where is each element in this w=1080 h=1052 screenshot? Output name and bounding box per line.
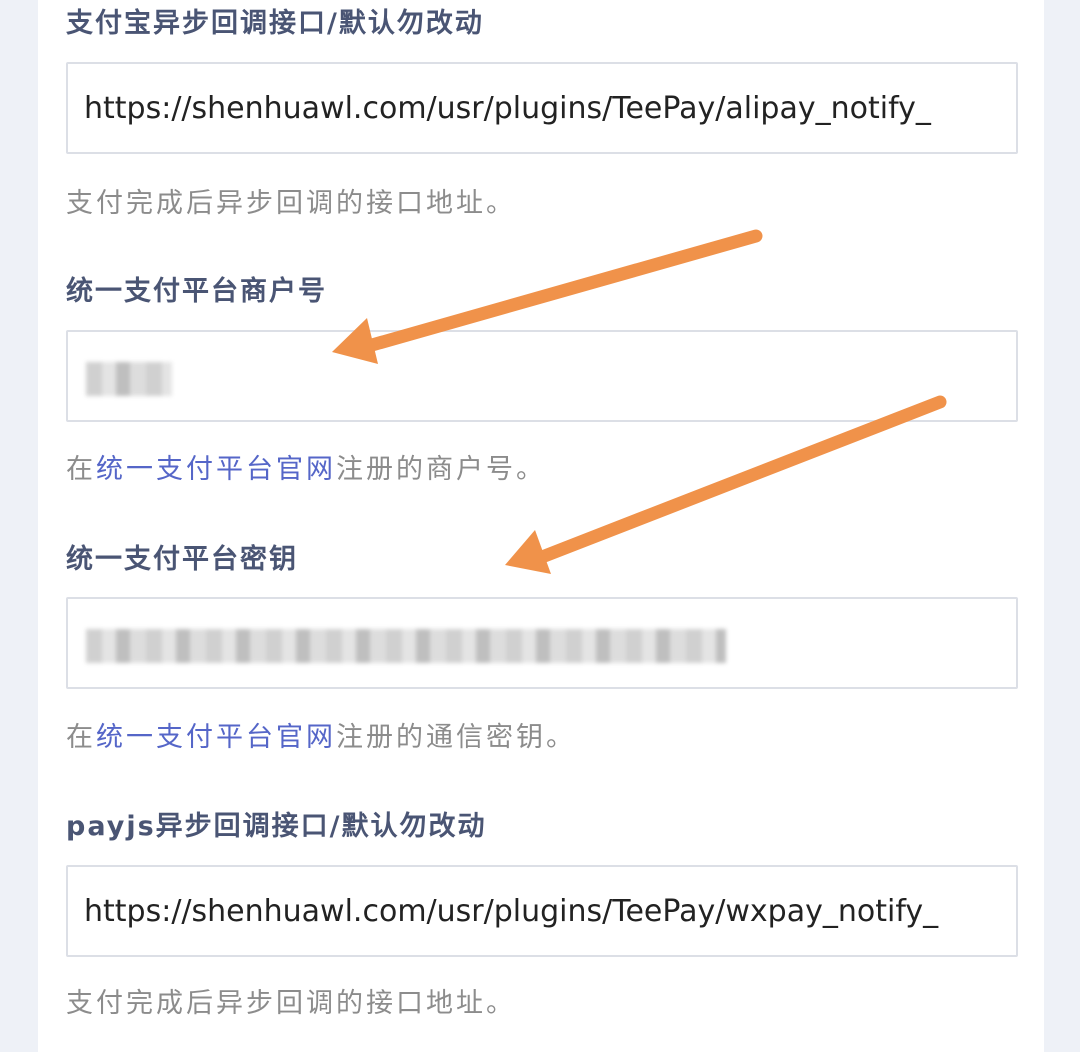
merchant-id-help: 在统一支付平台官网注册的商户号。: [66, 452, 546, 488]
redacted-value: [86, 362, 172, 396]
merchant-key-input[interactable]: [66, 597, 1018, 689]
merchant-key-help: 在统一支付平台官网注册的通信密钥。: [66, 720, 576, 756]
merchant-id-help-prefix: 在: [66, 454, 96, 485]
merchant-key-help-suffix: 注册的通信密钥。: [336, 722, 576, 753]
merchant-site-link[interactable]: 统一支付平台官网: [96, 454, 336, 485]
alipay-notify-label: 支付宝异步回调接口/默认勿改动: [66, 8, 484, 39]
merchant-key-help-prefix: 在: [66, 722, 96, 753]
merchant-id-label: 统一支付平台商户号: [66, 276, 327, 307]
redacted-value: [86, 629, 726, 663]
payjs-notify-help: 支付完成后异步回调的接口地址。: [66, 988, 516, 1019]
alipay-notify-help: 支付完成后异步回调的接口地址。: [66, 188, 516, 219]
merchant-key-label: 统一支付平台密钥: [66, 544, 298, 575]
merchant-id-help-suffix: 注册的商户号。: [336, 454, 546, 485]
payjs-notify-label: payjs异步回调接口/默认勿改动: [66, 811, 487, 842]
alipay-notify-input[interactable]: [66, 62, 1018, 154]
merchant-site-link[interactable]: 统一支付平台官网: [96, 722, 336, 753]
payjs-notify-input[interactable]: [66, 865, 1018, 957]
merchant-id-input[interactable]: [66, 330, 1018, 422]
